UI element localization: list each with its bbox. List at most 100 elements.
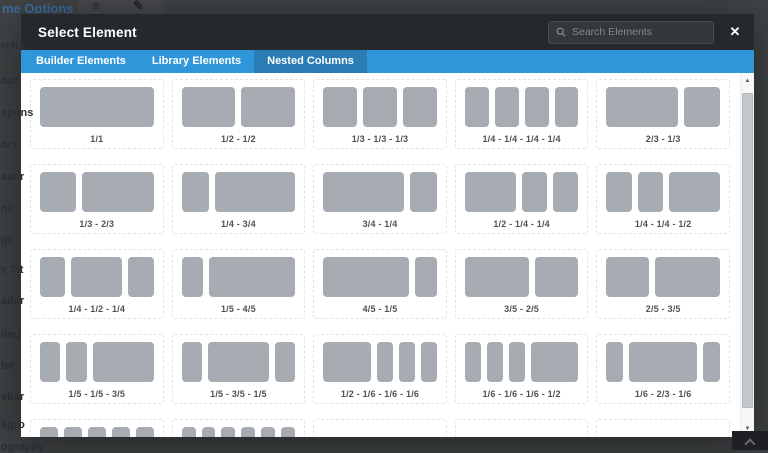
layout-card[interactable]: 2/3 - 1/3: [596, 79, 730, 149]
column-box: [655, 257, 720, 297]
column-box: [221, 427, 236, 437]
column-box: [40, 427, 58, 437]
column-box: [40, 257, 66, 297]
column-preview: [40, 257, 154, 297]
scrollbar-thumb[interactable]: [742, 93, 753, 408]
column-preview: [181, 257, 296, 297]
column-preview: [323, 87, 437, 127]
layout-card[interactable]: 1/5 - 1/5 - 3/5: [30, 334, 164, 404]
layout-card[interactable]: 2/5 - 3/5: [596, 249, 730, 319]
column-box: [128, 257, 154, 297]
layout-card-label: 1/2 - 1/6 - 1/6 - 1/6: [340, 389, 420, 399]
column-preview: [464, 257, 579, 297]
background-sidebar-item: ter: [1, 360, 16, 372]
layout-card[interactable]: [30, 419, 164, 437]
column-box: [530, 342, 579, 382]
layout-card-label: 1/3 - 1/3 - 1/3: [351, 134, 409, 144]
layout-card[interactable]: 1/2 - 1/4 - 1/4: [454, 164, 589, 234]
column-box: [241, 427, 256, 437]
layout-card-label: 1/2 - 1/2: [220, 134, 256, 144]
search-input[interactable]: [572, 26, 706, 38]
column-box: [606, 257, 650, 297]
column-preview: [181, 342, 296, 382]
column-preview: [606, 172, 721, 212]
tab-nested-columns[interactable]: Nested Columns: [254, 50, 367, 73]
layout-card[interactable]: 1/1: [30, 79, 164, 149]
column-box: [377, 342, 393, 382]
background-sidebar-item: ling: [1, 329, 21, 341]
column-preview: [181, 87, 296, 127]
layout-card-label: 3/4 - 1/4: [362, 219, 398, 229]
column-box: [398, 342, 415, 382]
layout-card[interactable]: 1/6 - 1/6 - 1/6 - 1/2: [454, 334, 589, 404]
background-sidebar-item: out: [1, 75, 19, 87]
modal-header: Select Element ✕: [21, 14, 754, 50]
layout-card[interactable]: 3/5 - 2/5: [454, 249, 589, 319]
background-sidebar-item: adcr: [1, 295, 25, 307]
background-sidebar-item: ebar: [1, 391, 25, 403]
layout-card[interactable]: 1/5 - 3/5 - 1/5: [171, 334, 306, 404]
layout-card-label: 2/5 - 3/5: [645, 304, 681, 314]
column-preview: [464, 172, 579, 212]
background-toolbar: [78, 0, 164, 14]
scroll-up-icon[interactable]: ▲: [741, 74, 754, 88]
background-sidebar-item: e Tit: [1, 264, 24, 276]
tab-builder-elements[interactable]: Builder Elements: [23, 50, 139, 73]
chevron-up-icon: [744, 438, 756, 450]
column-box: [71, 257, 123, 297]
layout-card[interactable]: 1/2 - 1/6 - 1/6 - 1/6: [313, 334, 447, 404]
layout-card[interactable]: [313, 419, 447, 437]
column-box: [629, 342, 698, 382]
layout-card[interactable]: [171, 419, 306, 437]
column-box: [274, 342, 296, 382]
layout-card[interactable]: 1/5 - 4/5: [171, 249, 306, 319]
background-sidebar-item: spons: [1, 107, 34, 119]
column-preview: [323, 172, 437, 212]
column-box: [606, 87, 679, 127]
search-box[interactable]: [548, 20, 714, 44]
column-preview: [464, 87, 579, 127]
column-preview: [465, 427, 579, 437]
column-box: [508, 342, 525, 382]
column-box: [464, 342, 481, 382]
background-sidebar-item: kgro: [1, 419, 25, 431]
column-box: [669, 172, 721, 212]
column-box: [323, 257, 410, 297]
column-box: [181, 172, 209, 212]
layout-card-label: 1/1: [90, 134, 104, 144]
layout-card[interactable]: 1/4 - 1/2 - 1/4: [30, 249, 164, 319]
layout-card-label: 2/3 - 1/3: [645, 134, 681, 144]
column-box: [606, 172, 632, 212]
layout-card-label: 1/6 - 1/6 - 1/6 - 1/2: [482, 389, 561, 399]
layout-card[interactable]: 3/4 - 1/4: [313, 164, 447, 234]
layout-card-label: 1/2 - 1/4 - 1/4: [493, 219, 550, 229]
layout-card[interactable]: 1/4 - 3/4: [171, 164, 306, 234]
layout-card[interactable]: 1/4 - 1/4 - 1/4 - 1/4: [454, 79, 589, 149]
column-box: [524, 87, 549, 127]
pencil-icon: ✎: [133, 0, 144, 13]
layout-card[interactable]: 1/6 - 2/3 - 1/6: [596, 334, 730, 404]
layout-card[interactable]: 4/5 - 1/5: [313, 249, 447, 319]
scrollbar[interactable]: ▲ ▼: [740, 73, 754, 437]
layout-card[interactable]: 1/4 - 1/4 - 1/2: [596, 164, 730, 234]
back-to-top-button[interactable]: [732, 431, 768, 450]
column-box: [201, 427, 216, 437]
column-box: [637, 172, 664, 212]
layout-card-label: 1/4 - 1/2 - 1/4: [68, 304, 126, 314]
column-preview: [464, 342, 579, 382]
layout-card[interactable]: [454, 419, 589, 437]
layout-card[interactable]: 1/3 - 2/3: [30, 164, 164, 234]
tab-library-elements[interactable]: Library Elements: [139, 50, 254, 73]
layout-card[interactable]: [596, 419, 730, 437]
menu-icon: ≡: [92, 0, 100, 13]
column-preview: [323, 342, 437, 382]
close-icon[interactable]: ✕: [720, 14, 750, 50]
layout-card-label: 1/5 - 3/5 - 1/5: [210, 389, 267, 399]
layout-card[interactable]: 1/3 - 1/3 - 1/3: [313, 79, 447, 149]
background-sidebar-item: rch fo: [1, 40, 32, 52]
layout-card[interactable]: 1/2 - 1/2: [171, 79, 306, 149]
column-box: [464, 257, 530, 297]
layout-card-label: 1/4 - 3/4: [220, 219, 256, 229]
column-box: [703, 342, 720, 382]
column-box: [553, 172, 579, 212]
